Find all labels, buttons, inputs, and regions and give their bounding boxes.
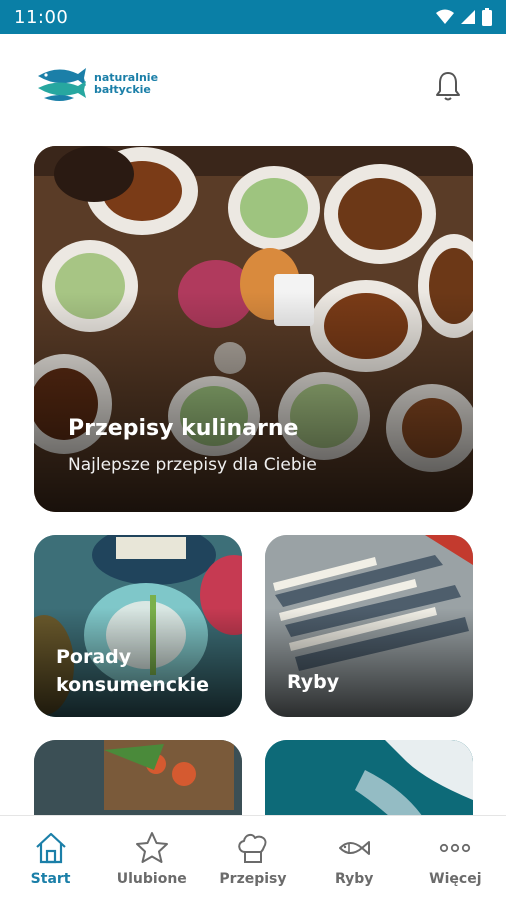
more-icon <box>440 843 471 853</box>
card-shade <box>34 292 473 512</box>
fish-logo-icon <box>38 68 86 101</box>
status-bar: 11:00 <box>0 0 506 34</box>
logo-line2: bałtyckie <box>94 83 151 96</box>
nav-label: Przepisy <box>219 871 287 887</box>
app-logo[interactable]: naturalnie bałtyckie <box>34 62 158 106</box>
bell-icon[interactable] <box>434 70 462 102</box>
card-shade <box>265 607 473 717</box>
nav-item-recipes[interactable]: Przepisy <box>208 830 298 887</box>
app-header: naturalnie bałtyckie <box>0 34 506 134</box>
nav-label: Więcej <box>429 871 482 887</box>
consumer-tips-card[interactable]: Porady konsumenckie <box>34 535 242 717</box>
status-time: 11:00 <box>14 6 69 28</box>
logo-text: naturalnie bałtyckie <box>94 72 158 96</box>
status-icons <box>436 8 492 26</box>
fish-icon <box>339 841 371 855</box>
card-title-line2: konsumenckie <box>56 674 210 696</box>
nav-label: Start <box>30 871 71 887</box>
nav-item-start[interactable]: Start <box>6 830 96 887</box>
recipes-card[interactable]: Przepisy kulinarne Najlepsze przepisy dl… <box>34 146 473 512</box>
fish-card[interactable]: Ryby <box>265 535 473 717</box>
battery-icon <box>482 8 492 26</box>
card-title-line1: Porady <box>56 646 132 668</box>
home-icon <box>35 832 66 864</box>
nav-label: Ulubione <box>116 871 187 887</box>
nav-item-favorites[interactable]: Ulubione <box>107 830 197 887</box>
nav-item-fish[interactable]: Ryby <box>309 830 399 887</box>
nav-label: Ryby <box>334 871 374 887</box>
wifi-icon <box>436 9 454 24</box>
star-icon <box>135 832 168 863</box>
signal-icon <box>461 10 475 24</box>
bottom-nav: Start Ulubione Przepisy Ryby Więcej <box>0 815 506 900</box>
nav-item-more[interactable]: Więcej <box>410 830 500 887</box>
chef-hat-icon <box>238 833 267 863</box>
card-title: Ryby <box>287 671 340 693</box>
card-subtitle: Najlepsze przepisy dla Ciebie <box>68 455 317 475</box>
card-title: Przepisy kulinarne <box>68 416 299 441</box>
card-title: Porady konsumenckie <box>56 643 209 699</box>
